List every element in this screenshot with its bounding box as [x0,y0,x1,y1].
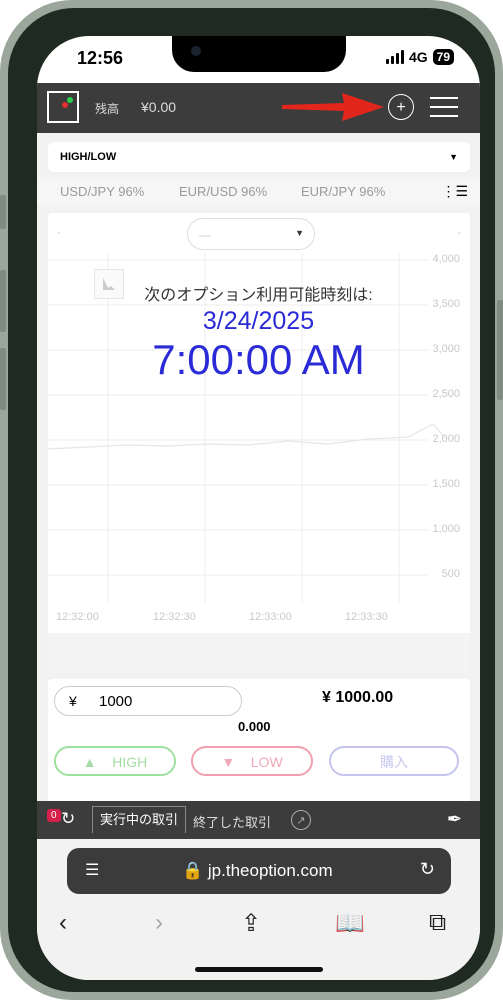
trade-tabs: 0 ↻ 実行中の取引 終了した取引 ↗ ✒ [37,801,480,839]
expiry-dropdown[interactable]: — ▼ [187,218,315,250]
volume-down-button [0,348,6,410]
caret-down-icon: ▼ [295,228,304,238]
high-button[interactable]: ▲ HIGH [54,746,176,776]
x-tick-label: 12:33:00 [249,611,292,623]
tab-active-trades[interactable]: 実行中の取引 [92,806,187,833]
lock-icon: 🔒 [182,861,204,880]
availability-time: 7:00:00 AM [152,336,365,383]
silent-switch [0,195,6,229]
buy-button[interactable]: 購入 [329,746,459,776]
tab-closed-trades[interactable]: 終了した取引 [193,812,271,831]
phone-bezel: 12:56 4G 79 残高 ¥0.00 + HIGH/LOW ▼ USD/JP… [8,8,495,992]
signal-icon [385,50,404,64]
rate-value: 0.000 [238,719,271,734]
status-indicators: 4G 79 [385,49,454,65]
share-icon[interactable]: ⇪ [241,909,261,938]
feather-icon[interactable]: ✒ [447,809,462,830]
availability-date: 3/24/2025 [202,307,315,335]
back-icon[interactable]: ‹ [59,909,67,937]
url-text: 🔒 jp.theoption.com [182,861,333,881]
y-tick-label: 1,000 [432,523,460,535]
y-tick-label: 2,500 [432,388,460,400]
caret-down-icon: ▼ [449,152,458,162]
x-tick-label: 12:32:00 [56,611,99,623]
refresh-icon[interactable]: ↻ [61,809,75,829]
amount-input[interactable]: ¥ 1000 [54,686,242,716]
asset-item[interactable]: USD/JPY 96% [60,184,144,199]
asset-strip: USD/JPY 96% EUR/USD 96% EUR/JPY 96% ⋮☰ [37,177,480,205]
trade-type-select[interactable]: HIGH/LOW ▼ [48,142,470,172]
y-tick-label: 1,500 [432,478,460,490]
high-label: HIGH [112,754,148,770]
balance-value: ¥0.00 [141,99,177,115]
external-link-icon[interactable]: ↗ [291,810,311,830]
down-triangle-icon: ▼ [221,754,236,770]
balance-label: 残高 [95,102,120,116]
bookmarks-icon[interactable]: 📖 [335,909,365,938]
main-content: HIGH/LOW ▼ USD/JPY 96% EUR/USD 96% EUR/J… [37,133,480,843]
app-header: 残高 ¥0.00 + [37,83,480,133]
low-label: LOW [250,754,283,770]
forward-icon[interactable]: › [155,909,163,937]
expiry-value: — [199,228,211,242]
safari-toolbar: ☰ 🔒 jp.theoption.com ↻ ‹ › ⇪ 📖 ⧉ [37,839,480,980]
availability-label: 次のオプション利用可能時刻は: [144,287,373,304]
battery-icon: 79 [432,49,454,65]
asset-list-menu-icon[interactable]: ⋮☰ [441,183,468,200]
tabs-icon[interactable]: ⧉ [429,909,446,937]
trade-type-value: HIGH/LOW [60,151,117,163]
volume-up-button [0,270,6,332]
amount-value: 1000 [99,693,133,710]
phone-frame: 12:56 4G 79 残高 ¥0.00 + HIGH/LOW ▼ USD/JP… [0,0,503,1000]
open-trades-badge: 0 [47,809,61,822]
low-button[interactable]: ▼ LOW [191,746,313,776]
address-bar[interactable]: ☰ 🔒 jp.theoption.com ↻ [67,848,451,894]
y-tick-label: 500 [441,568,460,580]
screen: 12:56 4G 79 残高 ¥0.00 + HIGH/LOW ▼ USD/JP… [37,36,480,980]
asset-item[interactable]: EUR/JPY 96% [301,184,385,199]
y-tick-label: 4,000 [432,253,460,265]
reload-icon[interactable]: ↻ [420,859,435,880]
payout-value: ¥ 1000.00 [322,689,394,706]
app-logo[interactable] [47,91,79,123]
currency-symbol: ¥ [69,693,77,709]
network-label: 4G [408,49,428,65]
y-tick-label: 2,000 [432,433,460,445]
trade-panel: ¥ 1000 ¥ 1000.00 0.000 ▲ HIGH ▼ LOW 購入 [48,679,470,803]
next-availability-overlay: 次のオプション利用可能時刻は: 3/24/2025 7:00:00 AM [37,281,480,384]
add-funds-button[interactable]: + [388,94,414,120]
x-tick-label: 12:33:30 [345,611,388,623]
home-indicator [195,967,323,972]
camera [191,46,201,56]
power-button [497,300,503,400]
hamburger-menu-icon[interactable] [430,97,458,117]
tab-overview-icon[interactable]: ☰ [85,860,99,880]
x-tick-label: 12:32:30 [153,611,196,623]
url-value: jp.theoption.com [207,861,333,880]
chart-left-dash: - [57,227,61,239]
up-triangle-icon: ▲ [82,754,97,770]
chart-right-dash: - [457,227,461,239]
status-time: 12:56 [77,48,124,68]
red-arrow-icon [282,93,384,121]
asset-item[interactable]: EUR/USD 96% [179,184,267,199]
